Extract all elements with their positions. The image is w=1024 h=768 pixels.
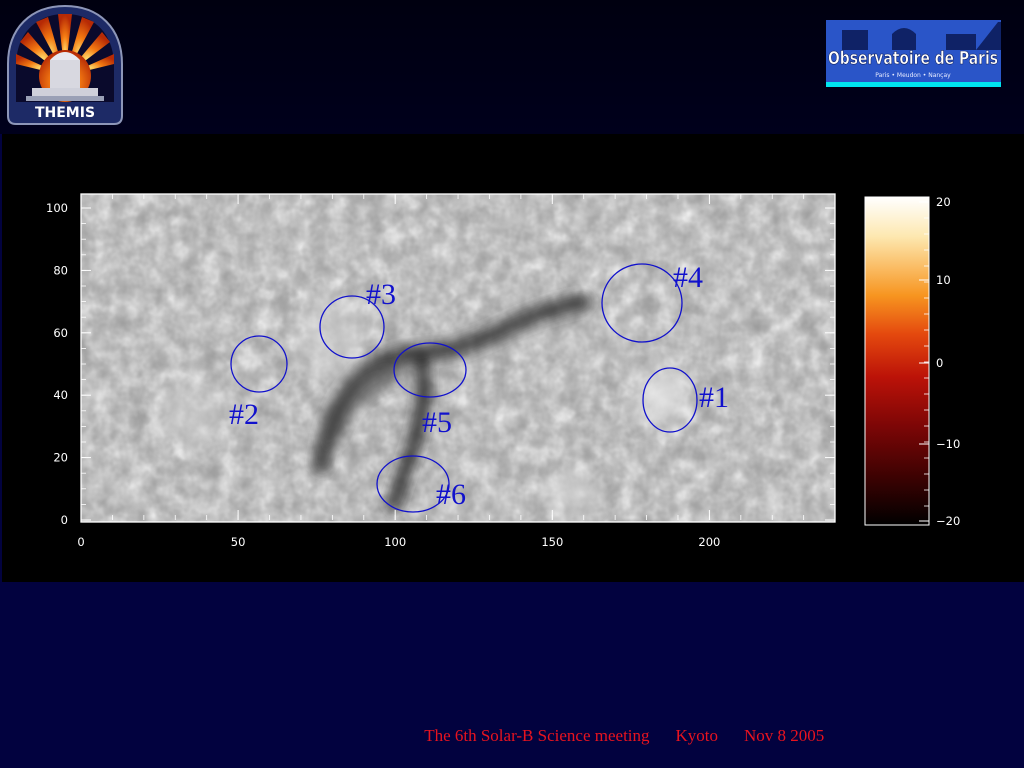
x-tick-label: 150 (541, 535, 563, 549)
x-tick-label: 100 (384, 535, 406, 549)
observatoire-de-paris-logo: Observatoire de Paris Paris • Meudon • N… (826, 20, 1001, 87)
x-tick-label: 0 (77, 535, 84, 549)
footer-date: Nov 8 2005 (744, 726, 825, 745)
colorbar-tick-label: −20 (936, 514, 960, 528)
footer: The 6th Solar-B Science meeting Kyoto Nov … (416, 706, 824, 746)
solar-image-plot: 0 50 100 150 200020406080100 20100−10−20 #1#… (46, 193, 960, 549)
region-label: #1 (699, 381, 729, 414)
region-label: #3 (366, 278, 396, 311)
colorbar (865, 197, 929, 525)
footer-meeting: The 6th Solar-B Science meeting (424, 726, 650, 745)
x-tick-label: 200 (698, 535, 720, 549)
y-tick-label: 20 (53, 451, 68, 465)
colorbar-tick-label: 20 (936, 195, 951, 209)
x-tick-label: 50 (231, 535, 246, 549)
observatory-logo-sites: Paris • Meudon • Nançay (875, 72, 951, 79)
themis-logo: THEMIS (7, 4, 123, 125)
region-label: #6 (436, 478, 466, 511)
colorbar-tick-label: −10 (936, 437, 960, 451)
colorbar-tick-label: 10 (936, 273, 951, 287)
region-label: #4 (673, 261, 703, 294)
colorbar-tick-label: 0 (936, 356, 943, 370)
y-tick-label: 100 (46, 201, 68, 215)
footer-location: Kyoto (675, 726, 719, 745)
observatory-logo-text: Observatoire de Paris (828, 48, 998, 69)
h-alpha-image (81, 194, 835, 522)
y-tick-label: 80 (53, 263, 68, 277)
region-label: #2 (229, 398, 259, 431)
themis-logo-text: THEMIS (35, 105, 95, 121)
y-tick-label: 60 (53, 326, 68, 340)
region-label: #5 (422, 406, 452, 439)
y-tick-label: 40 (53, 388, 68, 402)
y-tick-label: 0 (61, 513, 68, 527)
figure-panel: 0 50 100 150 200 0 20 40 60 80 100 20 10 0 −10 −20 #1 #… (2, 134, 1024, 582)
